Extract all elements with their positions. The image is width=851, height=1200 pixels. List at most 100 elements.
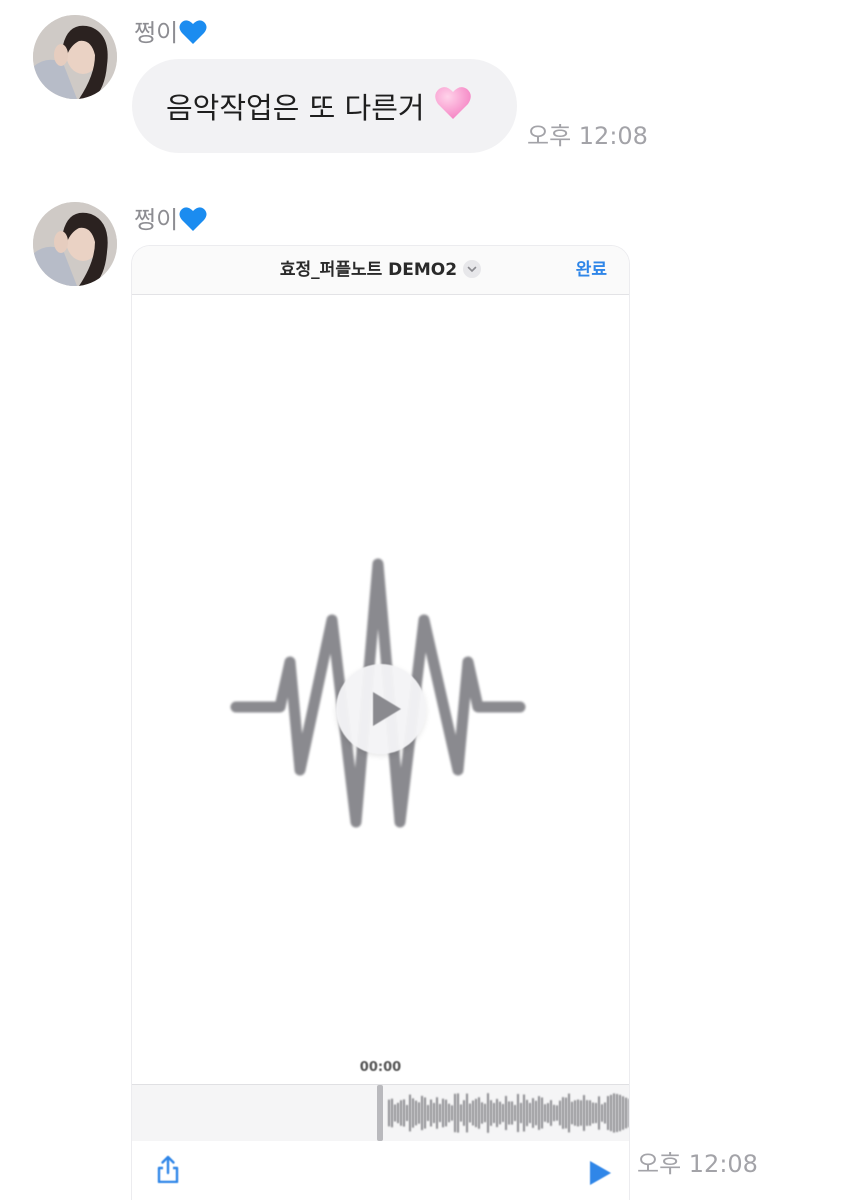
attachment-toolbar xyxy=(132,1141,629,1200)
scrubber-bar xyxy=(628,1098,629,1128)
scrubber-bar xyxy=(613,1093,615,1133)
message-1: 쩡이 음악작업은 또 다른거 오후 12:08 xyxy=(0,0,851,170)
scrubber-bar xyxy=(433,1102,435,1124)
scrubber-bar xyxy=(556,1105,558,1121)
scrubber-bar xyxy=(493,1102,495,1124)
blue-heart-icon xyxy=(179,19,207,53)
scrubber-bar xyxy=(541,1097,543,1129)
scrubber-bar xyxy=(490,1100,492,1126)
scrubber-bar xyxy=(430,1099,432,1127)
pink-heart-icon xyxy=(434,86,471,127)
scrubber-bar xyxy=(415,1100,417,1126)
share-icon[interactable] xyxy=(154,1155,182,1187)
scrubber-bar xyxy=(406,1104,408,1122)
scrubber-bar xyxy=(610,1094,612,1132)
waveform-scrubber[interactable] xyxy=(132,1084,629,1142)
scrubber-bar xyxy=(448,1103,450,1123)
playhead-handle[interactable] xyxy=(377,1085,383,1141)
scrubber-bar xyxy=(394,1104,396,1122)
play-icon xyxy=(373,692,401,726)
scrubber-bar xyxy=(439,1103,441,1123)
scrubber-bar xyxy=(436,1097,438,1129)
scrubber-bar xyxy=(502,1104,504,1122)
scrubber-bar xyxy=(400,1100,402,1126)
play-small-icon[interactable] xyxy=(590,1161,611,1185)
scrubber-bar xyxy=(481,1102,483,1124)
scrubber-bar xyxy=(568,1093,570,1133)
scrubber-bar xyxy=(586,1100,588,1126)
message-time: 오후 12:08 xyxy=(527,122,648,150)
message-bubble[interactable]: 음악작업은 또 다른거 xyxy=(132,59,517,153)
scrubber-bar xyxy=(457,1093,459,1133)
scrubber-bar xyxy=(388,1099,390,1127)
scrubber-bar xyxy=(577,1099,579,1127)
scrubber-bar xyxy=(520,1102,522,1124)
scrubber-bar xyxy=(607,1096,609,1130)
scrubber-bar xyxy=(466,1093,468,1133)
scrubber-bar xyxy=(595,1102,597,1124)
scrubber-bar xyxy=(523,1094,525,1132)
voice-memo-attachment[interactable]: 효정_퍼플노트 DEMO2 완료 00:00 xyxy=(132,246,629,1200)
scrubber-bar xyxy=(616,1093,618,1133)
scrubber-bar xyxy=(463,1100,465,1126)
scrubber-bar xyxy=(427,1105,429,1121)
scrubber-bar xyxy=(484,1103,486,1123)
scrubber-bar xyxy=(532,1098,534,1128)
scrubber-bar xyxy=(550,1100,552,1126)
scrubber-bar xyxy=(454,1093,456,1133)
scrubber-bar xyxy=(547,1103,549,1123)
scrubber-bar xyxy=(574,1100,576,1126)
avatar[interactable] xyxy=(33,202,117,286)
scrubber-bar xyxy=(445,1099,447,1127)
scrubber-bar xyxy=(478,1097,480,1129)
scrubber-bar xyxy=(571,1101,573,1125)
scrubber-bar xyxy=(526,1099,528,1127)
sender-name: 쩡이 xyxy=(134,204,207,240)
scrubber-bar xyxy=(544,1104,546,1122)
scrubber-bar xyxy=(565,1097,567,1129)
scrubber-bar xyxy=(397,1102,399,1124)
scrubber-bar xyxy=(421,1095,423,1131)
scrubber-bar xyxy=(589,1100,591,1126)
attachment-header: 효정_퍼플노트 DEMO2 완료 xyxy=(132,246,629,295)
scrubber-bar xyxy=(469,1103,471,1123)
avatar-photo xyxy=(33,15,117,99)
message-time: 오후 12:08 xyxy=(637,1150,758,1178)
scrubber-bar xyxy=(496,1098,498,1128)
scrubber-bar xyxy=(619,1094,621,1132)
scrubber-bar xyxy=(412,1098,414,1128)
scrubber-bar xyxy=(625,1097,627,1129)
scrubber-bar xyxy=(475,1098,477,1128)
scrubber-bar xyxy=(391,1098,393,1128)
scrubber-bar xyxy=(472,1100,474,1126)
scrubber-bar xyxy=(592,1102,594,1124)
scrubber-bar xyxy=(535,1100,537,1126)
scrubber-bar xyxy=(511,1101,513,1125)
elapsed-time: 00:00 xyxy=(359,1060,402,1075)
scrubber-bar xyxy=(451,1105,453,1121)
sender-name: 쩡이 xyxy=(134,17,207,53)
done-button[interactable]: 완료 xyxy=(576,255,607,280)
scrubber-bar xyxy=(460,1104,462,1122)
scrubber-bar xyxy=(538,1096,540,1130)
play-button[interactable] xyxy=(336,664,426,754)
scrubber-bar xyxy=(604,1102,606,1124)
chevron-down-icon[interactable] xyxy=(463,260,482,278)
scrubber-bar xyxy=(409,1094,411,1132)
scrubber-bar xyxy=(403,1099,405,1127)
scrubber-bar xyxy=(529,1102,531,1124)
blue-heart-icon xyxy=(179,206,207,240)
avatar-photo xyxy=(33,202,117,286)
scrubber-bar xyxy=(553,1104,555,1122)
scrubber-bar xyxy=(559,1100,561,1126)
attachment-title[interactable]: 효정_퍼플노트 DEMO2 xyxy=(132,255,629,280)
scrubber-bar xyxy=(580,1100,582,1126)
scrubber-bar xyxy=(442,1098,444,1128)
scrubber-bar xyxy=(598,1096,600,1130)
scrubber-bar xyxy=(517,1093,519,1133)
scrubber-bar xyxy=(562,1097,564,1129)
avatar[interactable] xyxy=(33,15,117,99)
scrubber-bar xyxy=(424,1097,426,1129)
scrubber-bar xyxy=(514,1104,516,1122)
scrubber-bar xyxy=(418,1102,420,1124)
